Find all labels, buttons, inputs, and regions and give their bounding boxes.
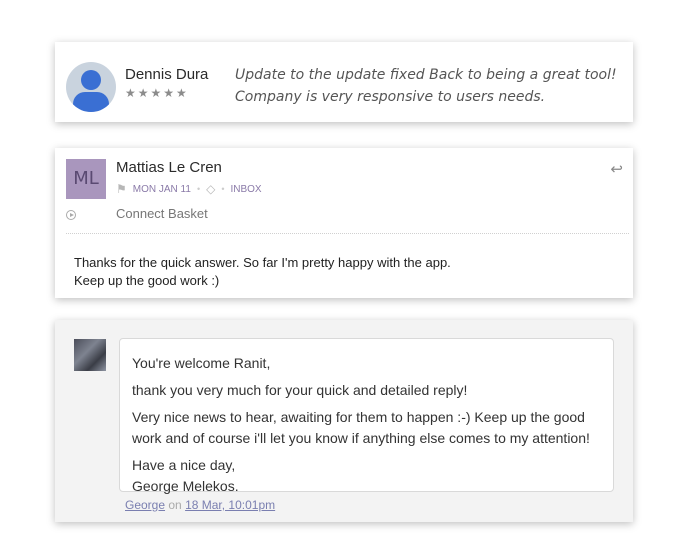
avatar-head <box>81 70 101 90</box>
message-card: ML Mattias Le Cren ⚑ MON JAN 11 • ◇ • IN… <box>55 148 633 298</box>
author-link[interactable]: George <box>125 498 165 512</box>
star-rating: ★★★★★ <box>125 86 189 100</box>
flag-icon[interactable]: ⚑ <box>116 182 127 196</box>
comment-footer: George on 18 Mar, 10:01pm <box>125 498 275 512</box>
message-channel[interactable]: Connect Basket <box>116 206 208 221</box>
author-initials-avatar: ML <box>66 159 106 199</box>
reviewer-name: Dennis Dura <box>125 66 209 83</box>
divider <box>66 233 629 234</box>
review-text: Update to the update fixed Back to being… <box>235 64 625 108</box>
review-line-1: Update to the update fixed Back to being… <box>235 67 617 83</box>
commenter-avatar <box>74 339 106 371</box>
comment-card: You're welcome Ranit, thank you very muc… <box>55 320 633 522</box>
message-meta: ⚑ MON JAN 11 • ◇ • INBOX <box>116 182 262 196</box>
comment-paragraph-2: Very nice news to hear, awaiting for the… <box>132 409 590 446</box>
message-author: Mattias Le Cren <box>116 159 222 176</box>
body-line-1: Thanks for the quick answer. So far I'm … <box>74 255 451 270</box>
avatar-placeholder <box>66 62 116 112</box>
comment-sign-2: George Melekos. <box>132 478 239 494</box>
message-body: Thanks for the quick answer. So far I'm … <box>74 254 451 290</box>
comment-greeting: You're welcome Ranit, <box>132 355 271 371</box>
comment-sign-1: Have a nice day, <box>132 457 236 473</box>
reply-icon[interactable]: ↩ <box>610 160 623 178</box>
on-text: on <box>168 498 182 512</box>
separator-dot: • <box>196 184 201 194</box>
avatar-body <box>73 92 109 112</box>
review-line-2: Company is very responsive to users need… <box>235 89 546 105</box>
separator-dot: • <box>221 184 225 194</box>
play-circle-icon <box>66 210 76 220</box>
body-line-2: Keep up the good work :) <box>74 273 220 288</box>
comment-paragraph-1: thank you very much for your quick and d… <box>132 382 468 398</box>
message-folder[interactable]: INBOX <box>230 184 261 195</box>
comment-bubble: You're welcome Ranit, thank you very muc… <box>119 338 614 494</box>
tag-icon[interactable]: ◇ <box>206 182 215 196</box>
date-link[interactable]: 18 Mar, 10:01pm <box>185 498 275 512</box>
message-date: MON JAN 11 <box>132 183 191 195</box>
review-card: Dennis Dura ★★★★★ Update to the update f… <box>55 42 633 122</box>
